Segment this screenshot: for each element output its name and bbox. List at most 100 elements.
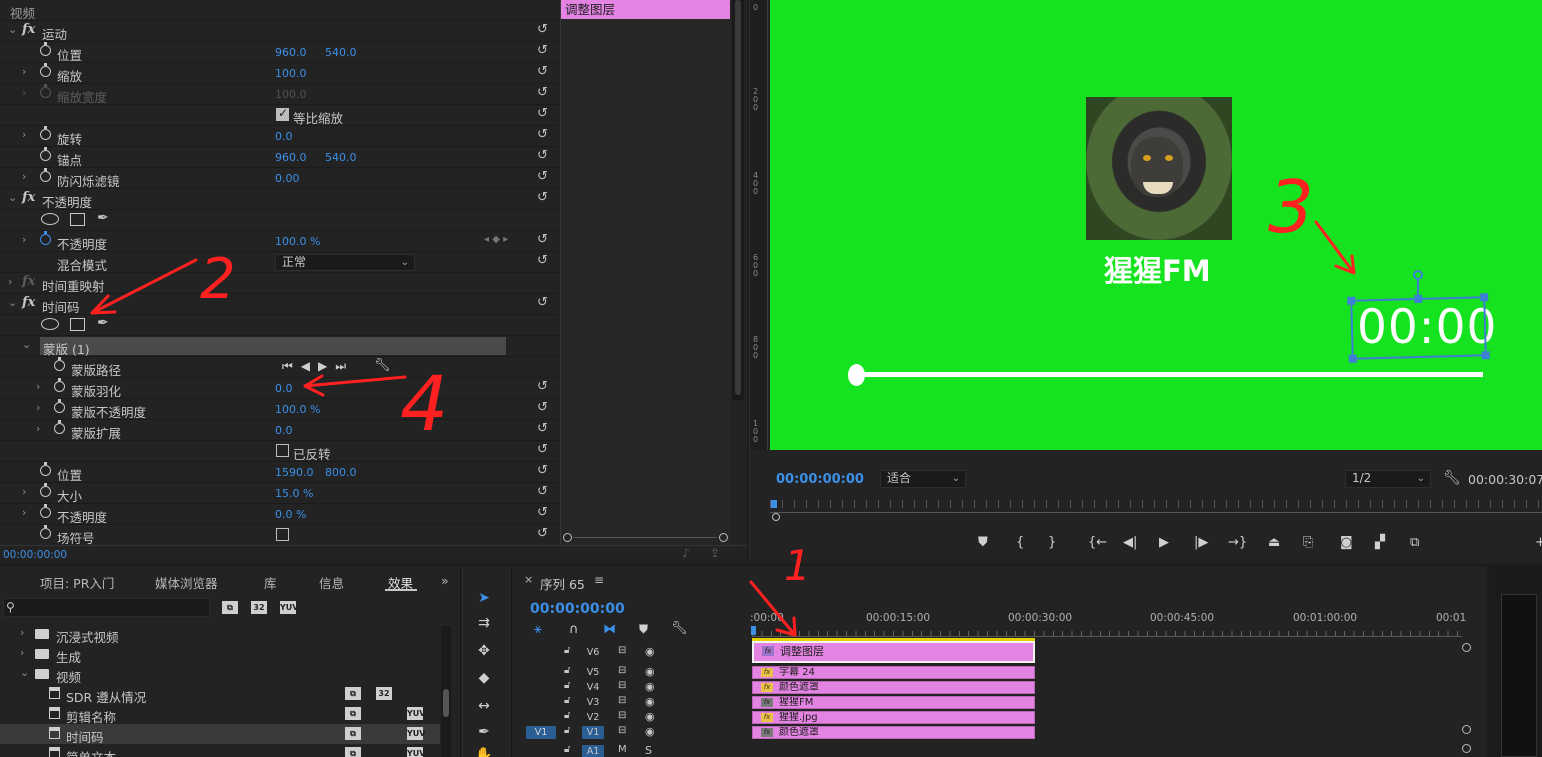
- stopwatch-icon[interactable]: [54, 420, 65, 434]
- reset-icon[interactable]: ↺: [537, 506, 551, 520]
- zoom-handle-right[interactable]: [719, 533, 728, 542]
- reset-icon[interactable]: ↺: [537, 443, 551, 457]
- chevron-right-icon[interactable]: ›: [22, 128, 26, 141]
- eye-icon[interactable]: ◉: [645, 680, 655, 693]
- selection-bounding-box[interactable]: [1347, 293, 1490, 363]
- clip-adjustment-layer[interactable]: fx 调整图层: [752, 641, 1035, 663]
- tab-libraries[interactable]: 库: [264, 573, 277, 592]
- reset-icon[interactable]: ↺: [537, 527, 551, 541]
- opacity-value[interactable]: 100.0 %: [275, 235, 320, 248]
- sync-lock-icon[interactable]: ⊟: [618, 645, 626, 656]
- mark-out-icon[interactable]: }: [1048, 535, 1056, 550]
- mask-track-buttons[interactable]: ⏮◀▶⏭: [282, 359, 354, 374]
- resize-handle[interactable]: [1348, 354, 1357, 363]
- chevron-right-icon[interactable]: ›: [22, 170, 26, 183]
- chevron-right-icon[interactable]: ›: [20, 626, 24, 639]
- resolution-dropdown[interactable]: 1/2 ⌄: [1345, 470, 1431, 488]
- tab-media-browser[interactable]: 媒体浏览器: [155, 573, 218, 592]
- reset-icon[interactable]: ↺: [537, 233, 551, 247]
- eye-icon[interactable]: ◉: [645, 710, 655, 723]
- chevron-right-icon[interactable]: ›: [22, 485, 26, 498]
- mask-header-bar[interactable]: [40, 337, 506, 355]
- rectangle-mask-icon[interactable]: [70, 213, 85, 226]
- monkey-photo[interactable]: [1086, 97, 1232, 240]
- scroll-handle-top[interactable]: [1462, 643, 1471, 652]
- chevron-right-icon[interactable]: ›: [20, 646, 24, 659]
- fx-icon[interactable]: fx: [22, 22, 35, 37]
- reset-icon[interactable]: ↺: [537, 401, 551, 415]
- chevron-right-icon[interactable]: ›: [22, 506, 26, 519]
- ec-effect-opacity[interactable]: ⌄ fx 不透明度 ↺: [0, 189, 558, 210]
- lock-icon[interactable]: 🔓︎: [564, 744, 570, 755]
- wrench-icon[interactable]: 🔧︎: [374, 358, 391, 373]
- tree-folder-generate[interactable]: › 生成: [0, 644, 440, 665]
- rotation-handle[interactable]: [1413, 270, 1423, 280]
- playhead[interactable]: [771, 500, 777, 508]
- reset-icon[interactable]: ↺: [537, 149, 551, 163]
- ec-effect-motion[interactable]: ⌄ fx 运动 ↺: [0, 21, 558, 42]
- audio-icon[interactable]: ♪: [682, 546, 690, 560]
- anchor-y-value[interactable]: 540.0: [325, 151, 357, 164]
- fit-dropdown[interactable]: 适合 ⌄: [880, 470, 966, 488]
- sync-lock-icon[interactable]: ⊟: [618, 710, 626, 721]
- ec-clip-bar[interactable]: 调整图层: [561, 0, 730, 19]
- lock-icon[interactable]: 🔓︎: [564, 645, 570, 656]
- chevron-down-icon[interactable]: ⌄: [8, 23, 17, 36]
- chevron-right-icon[interactable]: ›: [36, 422, 40, 435]
- scroll-handle-audio[interactable]: [1462, 744, 1471, 753]
- chevron-down-icon[interactable]: ⌄: [22, 338, 31, 351]
- stopwatch-icon[interactable]: [40, 147, 51, 161]
- play-icon[interactable]: ▶: [1159, 535, 1169, 550]
- sequence-tab[interactable]: 序列 65: [540, 574, 585, 593]
- lift-icon[interactable]: ⏏: [1268, 535, 1280, 550]
- fx-icon[interactable]: fx: [22, 295, 35, 310]
- blend-mode-dropdown[interactable]: 正常 ⌄: [275, 254, 415, 271]
- nest-icon[interactable]: ⚹: [534, 622, 542, 637]
- sync-lock-icon[interactable]: ⊟: [618, 680, 626, 691]
- accelerated-effects-filter[interactable]: ⧉: [222, 601, 238, 614]
- hand-tool-icon[interactable]: ✋: [473, 745, 495, 757]
- go-to-in-icon[interactable]: {←: [1088, 535, 1107, 550]
- export-icon[interactable]: ⇪: [710, 546, 720, 560]
- zoom-handle-left[interactable]: [563, 533, 572, 542]
- tc-position-y-value[interactable]: 800.0: [325, 466, 357, 479]
- eye-icon[interactable]: ◉: [645, 665, 655, 678]
- keyframe-nav-icon[interactable]: ◂ ◆ ▸: [484, 234, 508, 245]
- rotation-value[interactable]: 0.0: [275, 130, 293, 143]
- clip-subtitle[interactable]: fx 字幕 24: [752, 666, 1035, 679]
- progress-bar[interactable]: [856, 372, 1483, 377]
- program-scrubber[interactable]: [770, 498, 1542, 522]
- stopwatch-icon[interactable]: [40, 525, 51, 539]
- lock-icon[interactable]: 🔓︎: [564, 725, 570, 736]
- sync-lock-icon[interactable]: ⊟: [618, 725, 626, 736]
- reset-icon[interactable]: ↺: [537, 380, 551, 394]
- step-forward-icon[interactable]: |▶: [1194, 535, 1208, 550]
- stopwatch-icon[interactable]: [54, 378, 65, 392]
- ec-mask-header[interactable]: ⌄ 蒙版 (1): [0, 336, 558, 357]
- uniform-scale-checkbox[interactable]: [276, 106, 289, 121]
- anti-flicker-value[interactable]: 0.00: [275, 172, 300, 185]
- timeline-current-time[interactable]: 00:00:00:00: [530, 601, 625, 617]
- mask-opacity-value[interactable]: 100.0 %: [275, 403, 320, 416]
- clip-color-matte-top[interactable]: fx 颜色遮罩: [752, 681, 1035, 694]
- scale-value[interactable]: 100.0: [275, 67, 307, 80]
- eye-icon[interactable]: ◉: [645, 695, 655, 708]
- slip-tool-icon[interactable]: ↔: [473, 696, 495, 716]
- anchor-x-value[interactable]: 960.0: [275, 151, 307, 164]
- reset-icon[interactable]: ↺: [537, 296, 551, 310]
- chevron-down-icon[interactable]: ⌄: [20, 666, 29, 679]
- chevron-right-icon[interactable]: ›: [22, 233, 26, 246]
- tc-size-value[interactable]: 15.0 %: [275, 487, 313, 500]
- resize-handle[interactable]: [1347, 296, 1356, 305]
- selection-tool-icon[interactable]: ➤: [473, 588, 495, 608]
- stopwatch-icon[interactable]: [40, 231, 51, 245]
- ec-current-time[interactable]: 00:00:00:00: [3, 549, 67, 561]
- chevron-down-icon[interactable]: ⌄: [8, 191, 17, 204]
- mute-icon[interactable]: M: [618, 744, 627, 755]
- stopwatch-icon[interactable]: [40, 42, 51, 56]
- timeline-playhead[interactable]: [751, 626, 756, 635]
- reset-icon[interactable]: ↺: [537, 86, 551, 100]
- clip-monkey-image[interactable]: fx 猩猩.jpg: [752, 711, 1035, 724]
- reset-icon[interactable]: ↺: [537, 464, 551, 478]
- ec-mini-timeline[interactable]: [560, 0, 730, 545]
